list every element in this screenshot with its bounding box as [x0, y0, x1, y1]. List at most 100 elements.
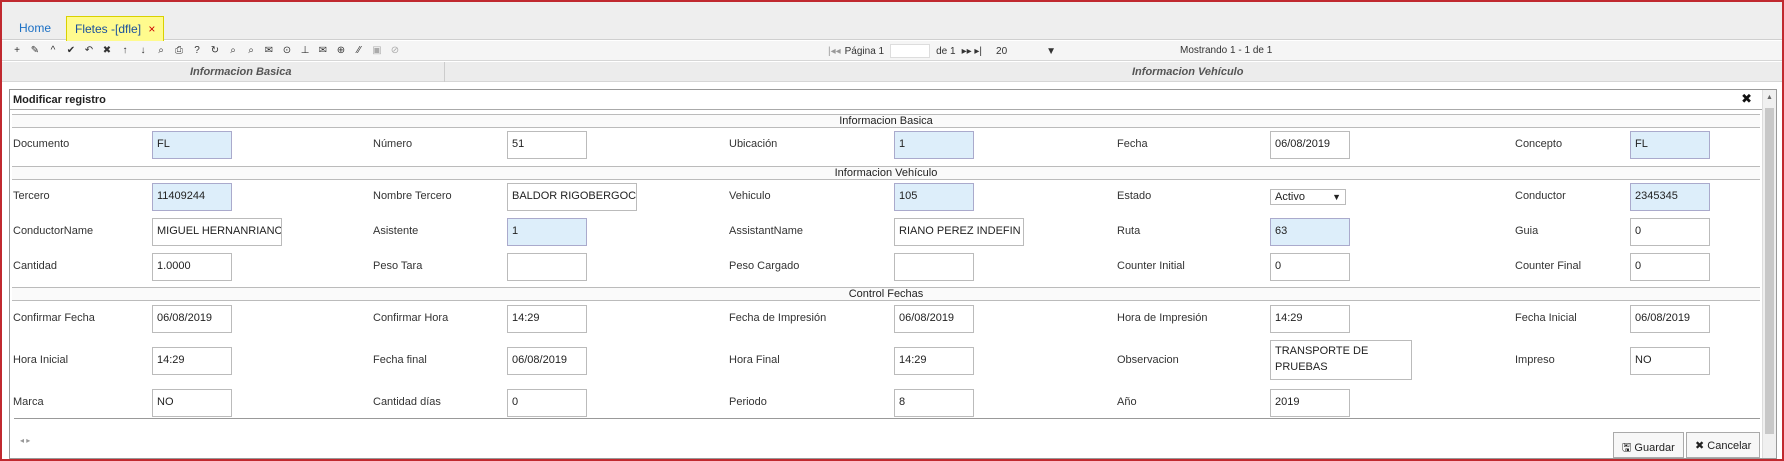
hora-impresion-field[interactable]: 14:29: [1270, 305, 1350, 333]
toolbar-icon[interactable]: ↻: [206, 44, 224, 58]
confirmar-fecha-field[interactable]: 06/08/2019: [152, 305, 232, 333]
documento-label: Documento: [13, 138, 70, 150]
chevron-down-icon: ▼: [1046, 45, 1057, 57]
toolbar-icon[interactable]: ✉: [260, 44, 278, 58]
fecha-label: Fecha: [1117, 138, 1148, 150]
scrollbar-thumb[interactable]: [1765, 108, 1774, 434]
marca-field[interactable]: NO: [152, 389, 232, 417]
fecha-impresion-field[interactable]: 06/08/2019: [894, 305, 974, 333]
ubicacion-label: Ubicación: [729, 138, 778, 150]
toolbar-icon[interactable]: ⎙: [170, 44, 188, 58]
grid-header: Informacion Basica Informacion Vehículo: [2, 62, 1782, 82]
toolbar-icon[interactable]: ↶: [80, 44, 98, 58]
record-count: Mostrando 1 - 1 de 1: [1180, 45, 1273, 56]
close-icon[interactable]: ✖: [1741, 91, 1752, 107]
grid-group-vehiculo: Informacion Vehículo: [1132, 66, 1244, 78]
numero-label: Número: [373, 138, 413, 150]
toolbar-icon[interactable]: ✎: [26, 44, 44, 58]
conductor-field[interactable]: 2345345: [1630, 183, 1710, 211]
toolbar-icon[interactable]: +: [8, 44, 26, 58]
section-control-fechas: Control Fechas: [12, 287, 1760, 301]
ubicacion-field[interactable]: 1: [894, 131, 974, 159]
toolbar-icon[interactable]: ✔: [62, 44, 80, 58]
fecha-final-field[interactable]: 06/08/2019: [507, 347, 587, 375]
estado-select[interactable]: Activo ▼: [1270, 189, 1346, 205]
anio-label: Año: [1117, 396, 1137, 408]
hora-final-field[interactable]: 14:29: [894, 347, 974, 375]
page-input[interactable]: [890, 44, 931, 58]
counter-final-field[interactable]: 0: [1630, 253, 1710, 281]
hora-inicial-field[interactable]: 14:29: [152, 347, 232, 375]
peso-cargado-field[interactable]: [894, 253, 974, 281]
tab-home[interactable]: Home: [11, 16, 59, 40]
scroll-up-icon[interactable]: ▲: [1766, 94, 1773, 101]
tab-fletes[interactable]: Fletes -[dfle] ×: [66, 16, 165, 42]
toolbar-icon[interactable]: ↓: [134, 44, 152, 58]
toolbar-icon[interactable]: ?: [188, 44, 206, 58]
toolbar-icon[interactable]: ⌕: [152, 44, 170, 58]
hora-impresion-label: Hora de Impresión: [1117, 312, 1208, 324]
cantidad-dias-field[interactable]: 0: [507, 389, 587, 417]
toolbar-icon[interactable]: ✖: [98, 44, 116, 58]
counter-initial-field[interactable]: 0: [1270, 253, 1350, 281]
cantidad-field[interactable]: 1.0000: [152, 253, 232, 281]
nav-arrows-icon[interactable]: ◂ ▸: [20, 436, 30, 445]
scrollbar[interactable]: ▲: [1762, 90, 1776, 458]
documento-field[interactable]: FL: [152, 131, 232, 159]
pager-label: Página 1: [844, 45, 885, 57]
save-button[interactable]: 🖫 Guardar: [1613, 432, 1684, 458]
confirmar-fecha-label: Confirmar Fecha: [13, 312, 95, 324]
periodo-field[interactable]: 8: [894, 389, 974, 417]
toolbar-icon[interactable]: ⊘: [386, 44, 404, 58]
confirmar-hora-label: Confirmar Hora: [373, 312, 449, 324]
toolbar-icon[interactable]: ^: [44, 44, 62, 58]
nombre-tercero-field[interactable]: BALDOR RIGOBERGOC: [507, 183, 637, 211]
assistant-name-field[interactable]: RIANO PEREZ INDEFIN: [894, 218, 1024, 246]
toolbar-icon[interactable]: ⌕: [242, 44, 260, 58]
concepto-label: Concepto: [1515, 138, 1563, 150]
ruta-label: Ruta: [1117, 225, 1141, 237]
page-size-select[interactable]: 20 ▼: [996, 46, 1056, 57]
pager-next-last-icon[interactable]: ▸▸ ▸|: [962, 46, 982, 57]
toolbar-icon[interactable]: ▣: [368, 44, 386, 58]
cantidad-label: Cantidad: [13, 260, 58, 272]
toolbar-icon[interactable]: ⁄⁄: [350, 44, 368, 58]
impreso-field[interactable]: NO: [1630, 347, 1710, 375]
tercero-label: Tercero: [13, 190, 50, 202]
grid-divider: [444, 62, 445, 82]
fecha-field[interactable]: 06/08/2019: [1270, 131, 1350, 159]
pager-first-prev-icon[interactable]: |◂◂: [828, 46, 841, 57]
fecha-final-label: Fecha final: [373, 354, 427, 366]
assistant-name-label: AssistantName: [729, 225, 803, 237]
conductor-name-field[interactable]: MIGUEL HERNANRIANC: [152, 218, 282, 246]
grid-group-basica: Informacion Basica: [190, 66, 292, 78]
anio-field[interactable]: 2019: [1270, 389, 1350, 417]
chevron-down-icon: ▼: [1332, 192, 1341, 202]
tercero-field[interactable]: 11409244: [152, 183, 232, 211]
toolbar-icon[interactable]: ⊕: [332, 44, 350, 58]
concepto-field[interactable]: FL: [1630, 131, 1710, 159]
guia-field[interactable]: 0: [1630, 218, 1710, 246]
toolbar-icon[interactable]: ⌕: [224, 44, 242, 58]
counter-final-label: Counter Final: [1515, 260, 1582, 272]
ruta-field[interactable]: 63: [1270, 218, 1350, 246]
toolbar-icon[interactable]: ⊙: [278, 44, 296, 58]
pager-of: de 1: [936, 45, 956, 57]
vehiculo-label: Vehiculo: [729, 190, 771, 202]
numero-field[interactable]: 51: [507, 131, 587, 159]
fecha-inicial-field[interactable]: 06/08/2019: [1630, 305, 1710, 333]
hora-final-label: Hora Final: [729, 354, 780, 366]
estado-label: Estado: [1117, 190, 1152, 202]
observacion-textarea[interactable]: TRANSPORTE DE PRUEBAS: [1270, 340, 1412, 380]
confirmar-hora-field[interactable]: 14:29: [507, 305, 587, 333]
observacion-label: Observacion: [1117, 354, 1179, 366]
toolbar-icon[interactable]: ✉: [314, 44, 332, 58]
toolbar-icon[interactable]: ↑: [116, 44, 134, 58]
asistente-field[interactable]: 1: [507, 218, 587, 246]
peso-tara-field[interactable]: [507, 253, 587, 281]
toolbar: + ✎ ^ ✔ ↶ ✖ ↑ ↓ ⌕ ⎙? ↻ ⌕ ⌕ ✉ ⊙ ⊥ ✉ ⊕ ⁄⁄ ▣ ⊘ |◂◂ Página 1 de …: [2, 41, 1782, 61]
vehiculo-field[interactable]: 105: [894, 183, 974, 211]
tab-close-icon[interactable]: ×: [148, 22, 155, 36]
cancel-button[interactable]: ✖ Cancelar: [1686, 432, 1761, 458]
toolbar-icon[interactable]: ⊥: [296, 44, 314, 58]
